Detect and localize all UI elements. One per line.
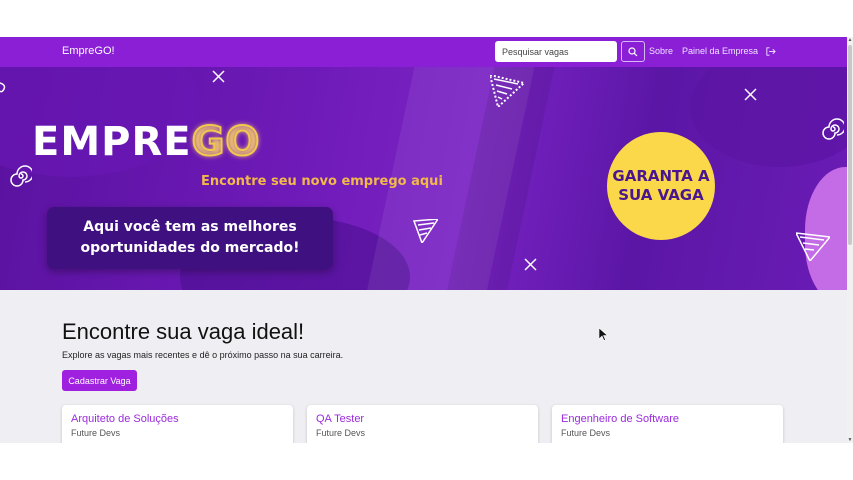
banner-logo-empre: EMPRE [32, 119, 192, 165]
brand-logo[interactable]: EmpreGO! [62, 45, 115, 57]
job-card[interactable]: QA Tester Future Devs [307, 405, 538, 443]
register-job-button[interactable]: Cadastrar Vaga [62, 370, 137, 391]
job-title[interactable]: Arquiteto de Soluções [71, 413, 284, 425]
job-title[interactable]: Engenheiro de Software [561, 413, 774, 425]
promo-text: Aqui você tem as melhores oportunidades … [80, 219, 300, 256]
navbar: EmpreGO! Sobre Painel da Empresa [0, 37, 847, 67]
close-x-icon [524, 258, 537, 271]
striped-triangle-icon [412, 219, 438, 243]
job-card[interactable]: Arquiteto de Soluções Future Devs [62, 405, 293, 443]
nav-link-sobre[interactable]: Sobre [649, 46, 673, 56]
logout-icon[interactable] [765, 46, 776, 57]
nav-link-painel-empresa[interactable]: Painel da Empresa [682, 46, 758, 56]
hero-banner: EMPREGO Encontre seu novo emprego aqui A… [0, 67, 847, 290]
page-subtitle: Explore as vagas mais recentes e dê o pr… [62, 350, 344, 360]
corner-spiral-icon [0, 82, 6, 93]
search-button[interactable] [621, 41, 645, 62]
search-icon [628, 46, 638, 56]
job-company: Future Devs [71, 428, 121, 438]
cta-badge: GARANTA A SUA VAGA [607, 132, 715, 240]
promo-box: Aqui você tem as melhores oportunidades … [47, 207, 333, 269]
page-title: Encontre sua vaga ideal! [62, 319, 305, 344]
banner-logo: EMPREGO [32, 118, 261, 166]
striped-triangle-icon [796, 232, 830, 261]
search-input[interactable] [495, 41, 617, 62]
scroll-up-icon[interactable]: ▲ [847, 37, 853, 43]
job-company: Future Devs [561, 428, 611, 438]
vertical-scrollbar[interactable]: ▲ ▼ [847, 37, 853, 443]
spiral-icon [10, 165, 32, 187]
banner-logo-go: GO [191, 118, 261, 166]
job-company: Future Devs [316, 428, 366, 438]
bg-blob [690, 67, 847, 167]
cta-badge-text: GARANTA A SUA VAGA [612, 167, 710, 204]
striped-triangle-icon [490, 75, 524, 107]
bg-blob [805, 167, 847, 290]
cursor-icon [599, 328, 608, 341]
scroll-down-icon[interactable]: ▼ [847, 437, 853, 443]
scrollbar-thumb[interactable] [848, 45, 852, 245]
close-x-icon [744, 88, 757, 101]
page-viewport: EmpreGO! Sobre Painel da Empresa [0, 37, 847, 443]
close-x-icon [212, 70, 225, 83]
job-card[interactable]: Engenheiro de Software Future Devs [552, 405, 783, 443]
spiral-icon [822, 118, 844, 140]
job-title[interactable]: QA Tester [316, 413, 529, 425]
banner-tagline: Encontre seu novo emprego aqui [201, 174, 443, 189]
